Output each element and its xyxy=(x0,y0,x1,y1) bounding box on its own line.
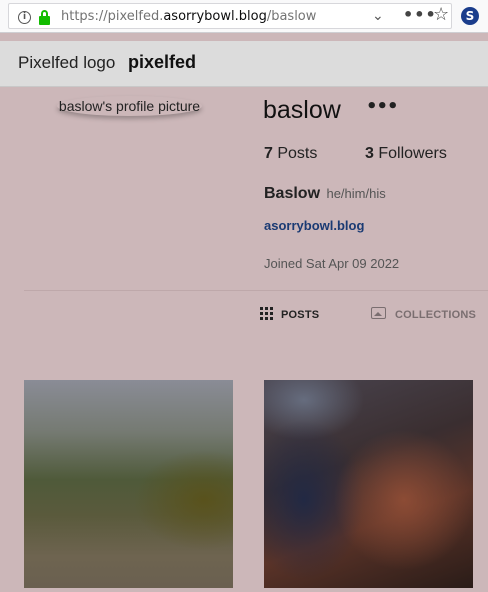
display-name-text: Baslow xyxy=(264,185,321,202)
info-icon[interactable]: i xyxy=(18,11,31,24)
brand-name[interactable]: pixelfed xyxy=(128,52,196,73)
lock-icon[interactable] xyxy=(39,10,50,25)
extension-s-icon[interactable]: S xyxy=(461,7,479,25)
profile-more-options-button[interactable]: ••• xyxy=(366,97,399,117)
chevron-down-icon[interactable]: ⌄ xyxy=(372,7,384,25)
tab-posts[interactable]: POSTS xyxy=(260,307,319,321)
profile-username: baslow xyxy=(263,96,341,124)
post-thumbnail[interactable] xyxy=(264,380,473,588)
followers-count-label: Followers xyxy=(378,145,447,162)
post-thumbnail[interactable] xyxy=(24,380,233,588)
star-icon[interactable]: ☆ xyxy=(433,5,449,25)
joined-date: Joined Sat Apr 09 2022 xyxy=(264,256,400,271)
followers-count[interactable]: 3 Followers xyxy=(365,145,447,163)
followers-count-value: 3 xyxy=(365,145,374,162)
posts-count-label: Posts xyxy=(277,145,318,162)
display-name: Baslow he/him/his xyxy=(264,185,386,203)
url-path: /baslow xyxy=(266,9,317,24)
tab-posts-label: POSTS xyxy=(281,309,320,321)
site-header: Pixelfed logo pixelfed xyxy=(0,41,488,87)
url-prefix: https://pixelfed. xyxy=(61,9,164,24)
browser-toolbar: i https://pixelfed.asorrybowl.blog/baslo… xyxy=(0,0,488,33)
posts-count-value: 7 xyxy=(264,145,273,162)
pronouns: he/him/his xyxy=(326,186,386,201)
posts-count[interactable]: 7 Posts xyxy=(264,145,317,163)
profile-website-link[interactable]: asorrybowl.blog xyxy=(264,218,364,233)
divider xyxy=(24,290,488,291)
tab-collections-label: COLLECTIONS xyxy=(395,309,477,321)
tab-collections[interactable]: COLLECTIONS xyxy=(371,307,476,321)
url-host: asorrybowl.blog xyxy=(163,9,267,24)
images-icon xyxy=(371,307,386,319)
pixelfed-logo[interactable]: Pixelfed logo xyxy=(18,53,115,73)
more-horizontal-icon[interactable]: ••• xyxy=(403,6,437,24)
avatar: baslow's profile picture xyxy=(58,98,201,114)
grid-icon xyxy=(260,307,273,320)
address-bar[interactable]: i https://pixelfed.asorrybowl.blog/baslo… xyxy=(8,3,452,29)
url-text[interactable]: https://pixelfed.asorrybowl.blog/baslow xyxy=(61,9,316,25)
